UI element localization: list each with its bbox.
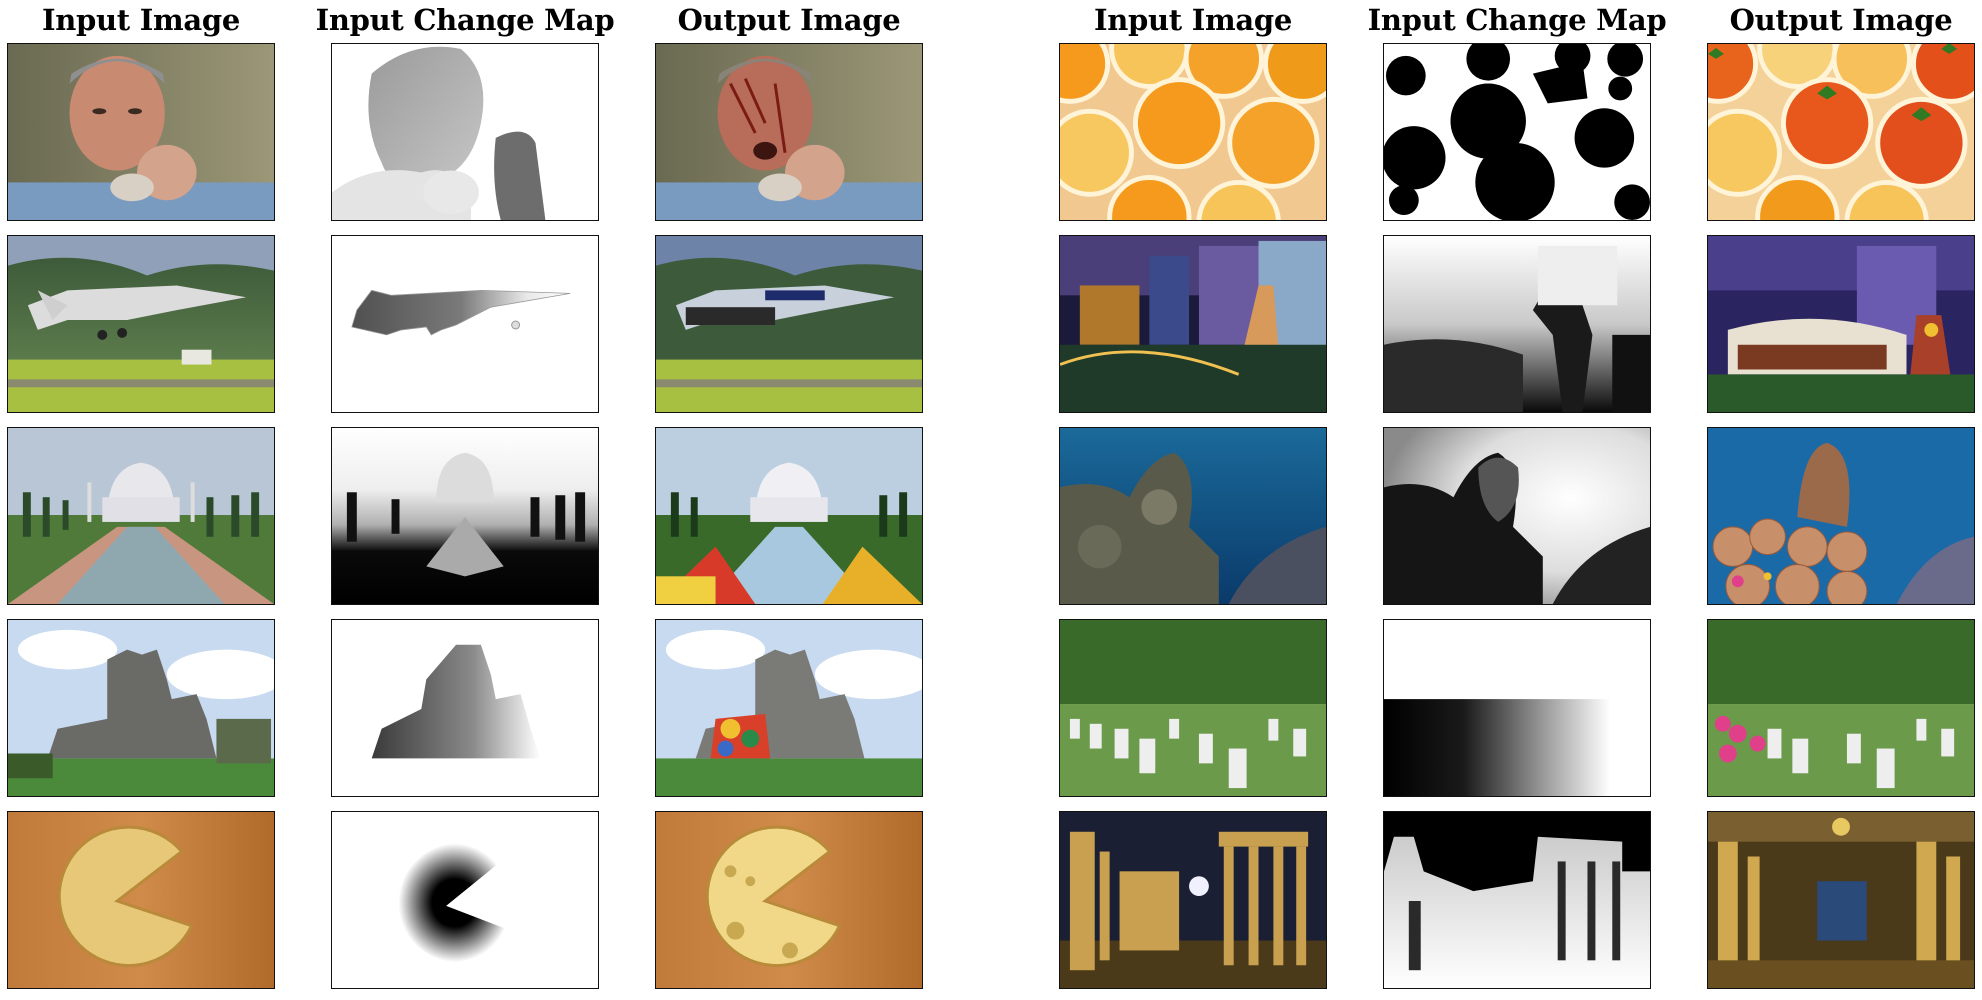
change-map-oranges [1383,43,1651,221]
change-map-ruins [1383,811,1651,989]
image-reef-output [1707,427,1975,605]
image-castle-output [655,619,923,797]
header-right-input: Input Image [1094,3,1292,37]
image-temple-interior-output [1707,811,1975,989]
change-map-taj-mahal [331,427,599,605]
change-map-cheese [331,811,599,989]
image-city-night-input [1059,235,1327,413]
image-castle-input [7,619,275,797]
image-oranges-input [1059,43,1327,221]
image-jet-input [7,235,275,413]
image-cemetery-output [1707,619,1975,797]
change-map-city [1383,235,1651,413]
image-taj-mahal-input [7,427,275,605]
image-portrait-input [7,43,275,221]
header-left-input: Input Image [42,3,240,37]
image-cheese-output [655,811,923,989]
change-map-castle [331,619,599,797]
image-cemetery-input [1059,619,1327,797]
header-left-change-map: Input Change Map [315,3,615,37]
change-map-jet [331,235,599,413]
image-lego-jet-output [655,235,923,413]
image-city-output [1707,235,1975,413]
image-taj-mahal-output [655,427,923,605]
image-reef-input [1059,427,1327,605]
change-map-portrait [331,43,599,221]
change-map-cemetery [1383,619,1651,797]
header-left-output: Output Image [677,3,901,37]
image-cheese-input [7,811,275,989]
image-ruins-night-input [1059,811,1327,989]
header-right-change-map: Input Change Map [1367,3,1667,37]
image-tomatoes-output [1707,43,1975,221]
change-map-reef [1383,427,1651,605]
header-right-output: Output Image [1729,3,1953,37]
image-portrait-output [655,43,923,221]
